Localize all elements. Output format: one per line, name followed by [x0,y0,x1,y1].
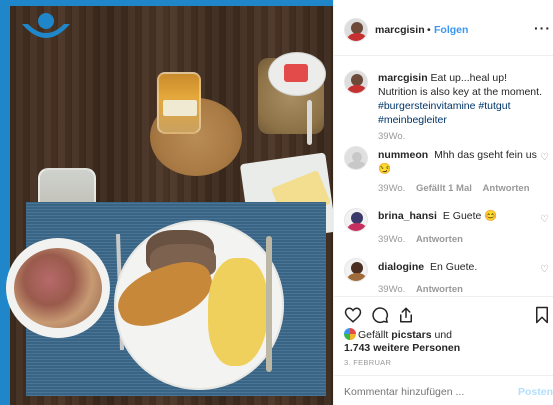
hashtag-link[interactable]: #tutgut [478,100,510,112]
likes-count-link[interactable]: 1.743 weitere Personen [344,342,460,354]
comment-item: dialogine En Guete. [378,260,538,274]
comment-avatar[interactable] [344,208,368,232]
post-caption: marcgisin Eat up...heal up! Nutrition is… [378,71,548,127]
likes-summary: Gefällt picstars und 1.743 weitere Perso… [344,328,544,355]
muesli [14,248,102,328]
avatar-body [347,85,367,93]
timestamp[interactable]: 39Wo. [378,284,405,295]
comment-text: En Guete. [430,261,478,273]
header-username[interactable]: marcgisin [375,24,425,36]
header-separator: • [427,24,431,36]
brand-border-top [0,0,333,6]
scrambled-eggs [208,258,268,366]
action-bar [334,296,553,326]
reply-button[interactable]: Antworten [416,234,463,245]
bookmark-icon[interactable] [533,306,551,324]
brand-border-left [0,0,10,405]
muesli-bowl [6,238,110,338]
avatar-body [347,273,367,281]
comment-meta: 39Wo. Antworten [378,284,463,295]
knife [266,236,272,372]
like-comment-heart-icon[interactable]: ♡ [540,153,550,163]
comment-text: E Guete 😊 [442,210,498,222]
hashtag-link[interactable]: #meinbegleiter [378,114,447,126]
more-options-icon[interactable]: ··· [534,20,551,36]
comment-avatar[interactable] [344,258,368,282]
comment-username[interactable]: dialogine [378,261,424,273]
comment-username[interactable]: brina_hansi [378,210,437,222]
jar-sticker [284,64,308,82]
post-button[interactable]: Posten [518,386,553,398]
comment-username[interactable]: nummeon [378,149,428,161]
avatar-body [347,223,367,231]
like-comment-heart-icon[interactable]: ♡ [540,215,550,225]
spoon [307,100,312,145]
comment-icon[interactable] [371,306,389,324]
avatar-body [347,161,367,169]
seed-jar [258,52,326,134]
comment-input[interactable] [344,386,494,398]
honey-jar [157,72,201,134]
caption-username[interactable]: marcgisin [378,72,428,84]
jar-label [163,100,197,116]
hashtag-link[interactable]: #burgersteinvitamine [378,100,475,112]
likes-prefix: Gefällt [358,329,389,341]
likes-middle: und [434,329,453,341]
comment-avatar[interactable] [344,146,368,170]
comment-meta: 39Wo. Antworten [378,234,463,245]
logo-icon [22,13,70,38]
post-sidebar: marcgisin • Folgen ··· marcgisin Eat up.… [333,0,553,405]
caption-avatar[interactable] [344,70,368,94]
timestamp[interactable]: 39Wo. [378,234,405,245]
comment-likes-link[interactable]: Gefällt 1 Mal [416,183,472,194]
caption-hashtags: #burgersteinvitamine #tutgut #meinbeglei… [378,99,548,127]
heart-icon[interactable] [344,306,362,324]
follow-button[interactable]: Folgen [434,24,468,36]
avatar[interactable] [344,18,368,42]
caption-age: 39Wo. [378,131,405,142]
timestamp[interactable]: 39Wo. [378,183,405,194]
comment-item: nummeon Mhh das gseht fein us 😏 [378,148,538,176]
reply-button[interactable]: Antworten [416,284,463,295]
post-photo[interactable] [0,0,333,405]
avatar-body [347,33,367,41]
reply-button[interactable]: Antworten [483,183,530,194]
comment-meta: 39Wo. Gefällt 1 Mal Antworten [378,183,530,194]
like-comment-heart-icon[interactable]: ♡ [540,265,550,275]
post-date[interactable]: 3. FEBRUAR [344,358,391,367]
liker-username[interactable]: picstars [391,329,431,341]
comment-item: brina_hansi E Guete 😊 [378,209,538,223]
timestamp[interactable]: 39Wo. [378,131,405,142]
liker-avatar-icon[interactable] [344,328,356,340]
share-icon[interactable] [397,306,415,324]
